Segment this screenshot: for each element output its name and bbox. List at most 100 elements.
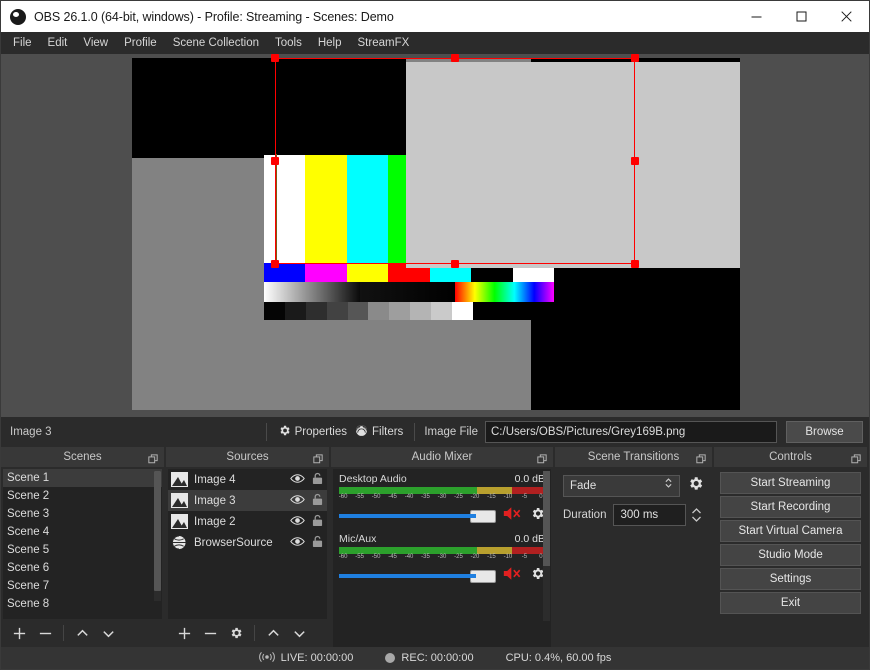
image-icon xyxy=(171,514,188,529)
selected-source-label: Image 3 xyxy=(10,426,52,438)
image-file-input[interactable]: C:/Users/OBS/Pictures/Grey169B.png xyxy=(485,421,777,443)
eye-icon[interactable] xyxy=(290,473,305,487)
image-icon xyxy=(171,493,188,508)
scene-item[interactable]: Scene 6 xyxy=(3,559,162,577)
browse-button[interactable]: Browse xyxy=(786,421,863,443)
sources-list[interactable]: Image 4 Image 3 Image 2 BrowserSource xyxy=(168,469,327,619)
scene-transitions-title: Scene Transitions xyxy=(587,451,680,463)
audio-meter-ticks: -60 -55 -50 -45 -40 -35 -30 -25 -20 -15 … xyxy=(338,494,543,500)
source-label: Image 4 xyxy=(194,473,236,486)
move-source-up-button[interactable] xyxy=(261,621,285,645)
image-file-label: Image File xyxy=(424,426,478,438)
lock-icon[interactable] xyxy=(312,514,323,530)
remove-scene-button[interactable] xyxy=(33,621,57,645)
audio-track: Desktop Audio 0.0 dB -60 -55 -50 -45 -40… xyxy=(339,473,545,525)
undock-icon[interactable] xyxy=(696,451,706,469)
source-black-region xyxy=(132,58,406,158)
move-scene-up-button[interactable] xyxy=(70,621,94,645)
menu-item-view[interactable]: View xyxy=(75,34,116,52)
scenes-list[interactable]: Scene 1 Scene 2 Scene 3 Scene 4 Scene 5 … xyxy=(3,469,162,619)
title-bar: OBS 26.1.0 (64-bit, windows) - Profile: … xyxy=(1,1,869,32)
mixer-scrollbar[interactable] xyxy=(543,471,550,621)
scene-item[interactable]: Scene 7 xyxy=(3,577,162,595)
obs-logo-icon xyxy=(10,8,26,25)
image-icon xyxy=(171,472,188,487)
resize-handle-top-center[interactable] xyxy=(451,54,459,62)
menu-item-scene-collection[interactable]: Scene Collection xyxy=(165,34,267,52)
mute-icon[interactable] xyxy=(503,566,523,586)
cpu-fps-label: CPU: 0.4%, 60.00 fps xyxy=(505,652,612,664)
menu-item-file[interactable]: File xyxy=(5,34,40,52)
properties-button[interactable]: Properties xyxy=(274,421,351,443)
eye-icon[interactable] xyxy=(290,515,305,529)
resize-handle-middle-right[interactable] xyxy=(631,157,639,165)
source-item[interactable]: Image 4 xyxy=(168,469,327,490)
mute-icon[interactable] xyxy=(503,506,523,526)
source-item[interactable]: BrowserSource xyxy=(168,532,327,553)
sources-dock-header: Sources xyxy=(166,447,329,467)
undock-icon[interactable] xyxy=(313,451,323,469)
audio-mixer-title: Audio Mixer xyxy=(411,451,473,463)
menu-item-streamfx[interactable]: StreamFX xyxy=(350,34,418,52)
duration-stepper[interactable] xyxy=(688,504,704,526)
duration-input[interactable]: 300 ms xyxy=(613,504,686,526)
transition-settings-gear-icon[interactable] xyxy=(687,475,704,497)
maximize-button[interactable] xyxy=(779,1,824,32)
start-virtual-camera-button[interactable]: Start Virtual Camera xyxy=(720,520,861,542)
menu-item-edit[interactable]: Edit xyxy=(40,34,76,52)
scenes-scrollbar[interactable] xyxy=(154,471,161,601)
audio-track-db: 0.0 dB xyxy=(514,473,545,485)
scene-item[interactable]: Scene 2 xyxy=(3,487,162,505)
close-button[interactable] xyxy=(824,1,869,32)
scene-item[interactable]: Scene 1 xyxy=(3,469,162,487)
undock-icon[interactable] xyxy=(148,451,158,469)
menu-item-profile[interactable]: Profile xyxy=(116,34,165,52)
remove-source-button[interactable] xyxy=(198,621,222,645)
resize-handle-bottom-right[interactable] xyxy=(631,260,639,268)
transition-select[interactable]: Fade xyxy=(563,475,680,497)
undock-icon[interactable] xyxy=(537,451,547,469)
resize-handle-top-right[interactable] xyxy=(631,54,639,62)
resize-handle-bottom-center[interactable] xyxy=(451,260,459,268)
menu-item-help[interactable]: Help xyxy=(310,34,350,52)
add-scene-button[interactable] xyxy=(7,621,31,645)
resize-handle-middle-left[interactable] xyxy=(271,157,279,165)
source-item[interactable]: Image 2 xyxy=(168,511,327,532)
source-properties-button[interactable] xyxy=(224,621,248,645)
audio-volume-slider[interactable] xyxy=(339,567,545,585)
preview-canvas[interactable] xyxy=(132,58,740,410)
dock-area: Scenes Scene 1 Scene 2 Scene 3 Scene 4 S… xyxy=(1,447,869,647)
record-indicator-icon xyxy=(385,653,396,663)
lock-icon[interactable] xyxy=(312,493,323,509)
source-selected-image[interactable] xyxy=(406,62,740,268)
preview-area[interactable] xyxy=(1,54,869,417)
move-scene-down-button[interactable] xyxy=(96,621,120,645)
scene-item[interactable]: Scene 5 xyxy=(3,541,162,559)
minimize-button[interactable] xyxy=(734,1,779,32)
start-recording-button[interactable]: Start Recording xyxy=(720,496,861,518)
move-source-down-button[interactable] xyxy=(287,621,311,645)
source-label: Image 2 xyxy=(194,515,236,528)
controls-body: Start Streaming Start Recording Start Vi… xyxy=(716,469,865,647)
resize-handle-top-left[interactable] xyxy=(271,54,279,62)
settings-button[interactable]: Settings xyxy=(720,568,861,590)
scene-item[interactable]: Scene 3 xyxy=(3,505,162,523)
resize-handle-bottom-left[interactable] xyxy=(271,260,279,268)
scene-item[interactable]: Scene 4 xyxy=(3,523,162,541)
undock-icon[interactable] xyxy=(851,451,861,469)
menu-item-tools[interactable]: Tools xyxy=(267,34,310,52)
lock-icon[interactable] xyxy=(312,535,323,551)
studio-mode-button[interactable]: Studio Mode xyxy=(720,544,861,566)
source-item[interactable]: Image 3 xyxy=(168,490,327,511)
controls-title: Controls xyxy=(769,451,812,463)
start-streaming-button[interactable]: Start Streaming xyxy=(720,472,861,494)
lock-icon[interactable] xyxy=(312,472,323,488)
filters-button[interactable]: Filters xyxy=(351,421,407,443)
scene-item[interactable]: Scene 8 xyxy=(3,595,162,613)
eye-icon[interactable] xyxy=(290,536,305,550)
eye-icon[interactable] xyxy=(290,494,305,508)
audio-volume-slider[interactable] xyxy=(339,507,545,525)
exit-button[interactable]: Exit xyxy=(720,592,861,614)
add-source-button[interactable] xyxy=(172,621,196,645)
controls-dock-header: Controls xyxy=(714,447,867,467)
